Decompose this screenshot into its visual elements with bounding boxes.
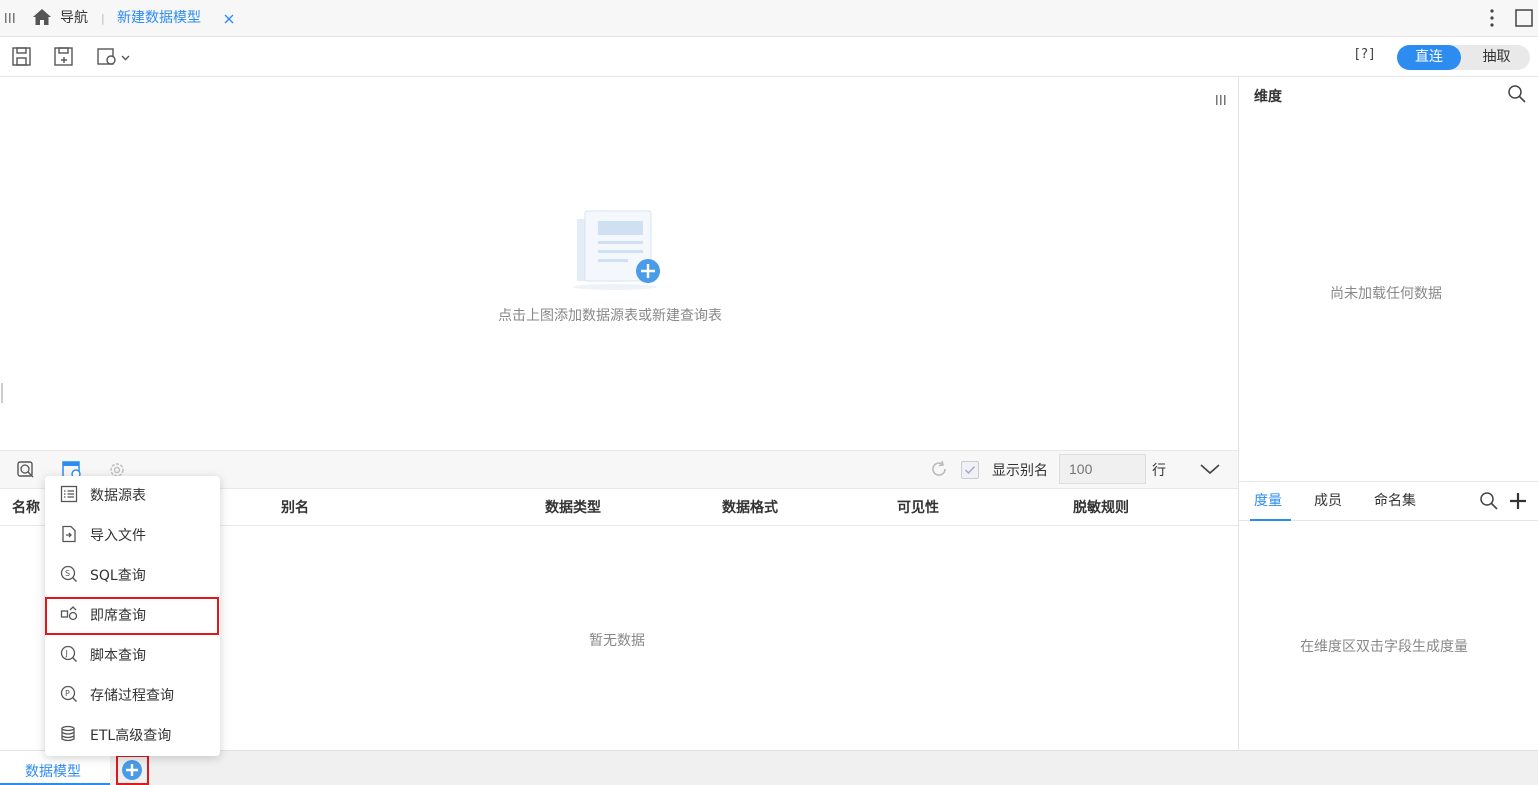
- menu-item-script-query[interactable]: J 脚本查询: [45, 636, 220, 672]
- table-list-icon: [60, 485, 78, 503]
- settings-dropdown-icon[interactable]: [96, 45, 132, 69]
- mode-extract-button[interactable]: 抽取: [1463, 45, 1530, 70]
- connection-mode-toggle[interactable]: 直连 抽取: [1397, 45, 1530, 70]
- add-measure-icon[interactable]: [1508, 491, 1528, 511]
- tab-home[interactable]: 导航: [60, 0, 88, 37]
- footer-tab-label: 数据模型: [25, 764, 81, 780]
- tab-named-sets[interactable]: 命名集: [1374, 482, 1416, 520]
- import-file-icon: [60, 525, 78, 543]
- svg-text:P: P: [65, 689, 70, 698]
- more-vertical-icon[interactable]: [1489, 8, 1495, 28]
- canvas-hint: 点击上图添加数据源表或新建查询表: [498, 308, 722, 324]
- menu-item-label: SQL查询: [90, 568, 146, 584]
- procedure-query-icon: P: [60, 685, 78, 703]
- tab-new-data-model[interactable]: 新建数据模型: [117, 0, 201, 37]
- panel-divider[interactable]: [1238, 77, 1239, 750]
- menu-item-etl-query[interactable]: ETL高级查询: [45, 716, 220, 752]
- column-toggle-icon[interactable]: [1216, 93, 1226, 105]
- model-canvas[interactable]: 点击上图添加数据源表或新建查询表: [0, 77, 1238, 450]
- active-tab-underline: [1250, 519, 1291, 521]
- mode-direct-button[interactable]: 直连: [1397, 45, 1461, 70]
- measure-tabs: 度量 成员 命名集: [1239, 481, 1538, 521]
- show-alias-checkbox[interactable]: [961, 461, 979, 479]
- home-icon[interactable]: [32, 8, 52, 26]
- svg-text:S: S: [65, 569, 70, 578]
- menu-item-datasource-table[interactable]: 数据源表: [45, 476, 220, 512]
- dimension-search-icon[interactable]: [1507, 84, 1527, 104]
- row-count-input[interactable]: [1059, 454, 1146, 484]
- help-button[interactable]: [?]: [1355, 47, 1375, 62]
- measure-search-icon[interactable]: [1479, 491, 1499, 511]
- menu-item-sql-query[interactable]: S SQL查询: [45, 556, 220, 592]
- chevron-down-icon[interactable]: [1199, 461, 1221, 477]
- menu-item-import-file[interactable]: 导入文件: [45, 516, 220, 552]
- column-header-data-format[interactable]: 数据格式: [722, 489, 778, 527]
- adhoc-query-highlight: [45, 597, 219, 635]
- menu-item-label: 存储过程查询: [90, 688, 174, 704]
- menu-item-label: 脚本查询: [90, 648, 146, 664]
- save-as-icon[interactable]: [52, 45, 76, 69]
- svg-text:J: J: [65, 649, 68, 658]
- sql-query-icon: S: [60, 565, 78, 583]
- column-header-data-type[interactable]: 数据类型: [545, 489, 601, 527]
- column-header-name[interactable]: 名称: [12, 489, 40, 527]
- drag-handle-icon[interactable]: [5, 12, 15, 24]
- script-query-icon: J: [60, 645, 78, 663]
- dimension-title: 维度: [1254, 89, 1282, 105]
- table-empty-text: 暂无数据: [589, 633, 645, 649]
- column-header-masking-rule[interactable]: 脱敏规则: [1073, 489, 1129, 527]
- menu-item-label: 数据源表: [90, 488, 146, 504]
- add-model-highlight: [116, 755, 149, 785]
- etl-query-icon: [60, 725, 78, 743]
- splitter-handle[interactable]: [1, 383, 3, 403]
- add-table-illustration-icon[interactable]: [565, 209, 665, 291]
- tab-measure[interactable]: 度量: [1254, 482, 1282, 520]
- column-header-alias[interactable]: 别名: [281, 489, 309, 527]
- refresh-icon[interactable]: [929, 459, 949, 479]
- maximize-icon[interactable]: [1515, 9, 1533, 27]
- tab-separator: |: [101, 12, 105, 25]
- tab-members[interactable]: 成员: [1314, 482, 1342, 520]
- menu-item-label: ETL高级查询: [90, 728, 172, 744]
- preview-icon[interactable]: [16, 460, 36, 480]
- menu-item-label: 导入文件: [90, 528, 146, 544]
- close-tab-icon[interactable]: [223, 13, 235, 25]
- column-header-visibility[interactable]: 可见性: [897, 489, 939, 527]
- model-toolbar: [?] 直连 抽取: [0, 37, 1538, 77]
- footer-tab-bar: 数据模型: [0, 750, 1538, 785]
- save-icon[interactable]: [10, 45, 34, 69]
- measure-empty-text: 在维度区双击字段生成度量: [1300, 639, 1468, 655]
- add-table-menu: 数据源表 导入文件 S SQL查询 即席查询 J 脚本查询 P 存储过程查询 E…: [45, 476, 220, 756]
- menu-item-procedure-query[interactable]: P 存储过程查询: [45, 676, 220, 712]
- dimension-empty-text: 尚未加载任何数据: [1330, 286, 1442, 302]
- top-tab-bar: 导航 | 新建数据模型: [0, 0, 1538, 37]
- row-unit-label: 行: [1152, 463, 1166, 479]
- show-alias-label: 显示别名: [992, 463, 1048, 479]
